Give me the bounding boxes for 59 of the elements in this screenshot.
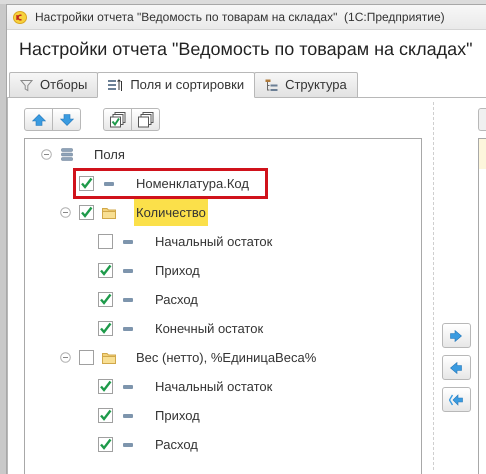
arrow-right-icon [450,330,462,342]
uncheck-all-button[interactable] [131,108,160,131]
checkbox[interactable] [98,437,113,452]
field-icon [123,298,133,302]
tree-item-label[interactable]: Приход [153,257,202,284]
collapse-icon[interactable] [60,352,70,363]
app-logo-icon [13,10,27,24]
tree-item-label[interactable]: Вес (нетто), %ЕдиницаВеса% [134,344,318,371]
checkbox[interactable] [79,350,94,365]
tab[interactable]: Структура [254,72,358,98]
uncheck-all-icon [138,112,154,128]
collapse-icon[interactable] [60,207,70,218]
field-icon [123,414,133,418]
add-button[interactable] [442,323,470,348]
tree-item-label[interactable]: Поля [92,141,127,168]
window-title: Настройки отчета "Ведомость по товарам на складах" (1С:Предприятие) [35,9,445,26]
tree-item-label[interactable]: Начальный остаток [153,228,274,255]
field-icon [123,240,133,244]
arrow-down-icon [60,114,74,126]
checkbox[interactable] [98,379,113,394]
tree-item-label[interactable]: Количество [134,199,208,226]
checkbox[interactable] [79,205,94,220]
tree-item-label[interactable]: Начальный остаток [153,373,274,400]
collapse-icon[interactable] [40,149,52,160]
field-icon [123,384,133,388]
selected-row [479,139,486,169]
check-all-icon [110,112,126,128]
tree-item-label[interactable]: Номенклатура.Код [134,170,251,197]
checkbox[interactable] [98,408,113,423]
folder-icon [102,206,116,218]
field-icon [123,268,133,272]
up-button[interactable] [24,108,53,131]
funnel-icon [20,78,33,92]
remove-all-button[interactable] [442,387,470,412]
checkbox[interactable] [98,234,113,249]
field-icon [123,326,133,330]
remove-button[interactable] [442,355,470,380]
double-arrow-left-icon [449,394,463,406]
tree-item-label[interactable]: Расход [153,431,200,458]
page-heading: Настройки отчета "Ведомость по товарам на складах" [19,38,473,61]
tree-item-label[interactable]: Конечный остаток [153,315,266,342]
arrow-left-icon [450,362,462,374]
sort-list-icon [108,78,124,92]
tree-item-label[interactable]: Приход [153,402,202,429]
list-icon [61,148,73,161]
checkbox[interactable] [98,321,113,336]
arrow-up-icon [32,114,46,126]
check-all-button[interactable] [103,108,132,131]
field-icon [104,182,114,186]
checkbox[interactable] [98,292,113,307]
tab[interactable]: Отборы [9,72,98,98]
field-icon [123,442,133,446]
down-button[interactable] [52,108,81,131]
tree-item-label[interactable]: Расход [153,286,200,313]
tab[interactable]: Поля и сортировки [97,72,256,98]
structure-icon [265,78,278,92]
checkbox[interactable] [79,176,94,191]
folder-icon [102,352,116,364]
checkbox[interactable] [98,263,113,278]
